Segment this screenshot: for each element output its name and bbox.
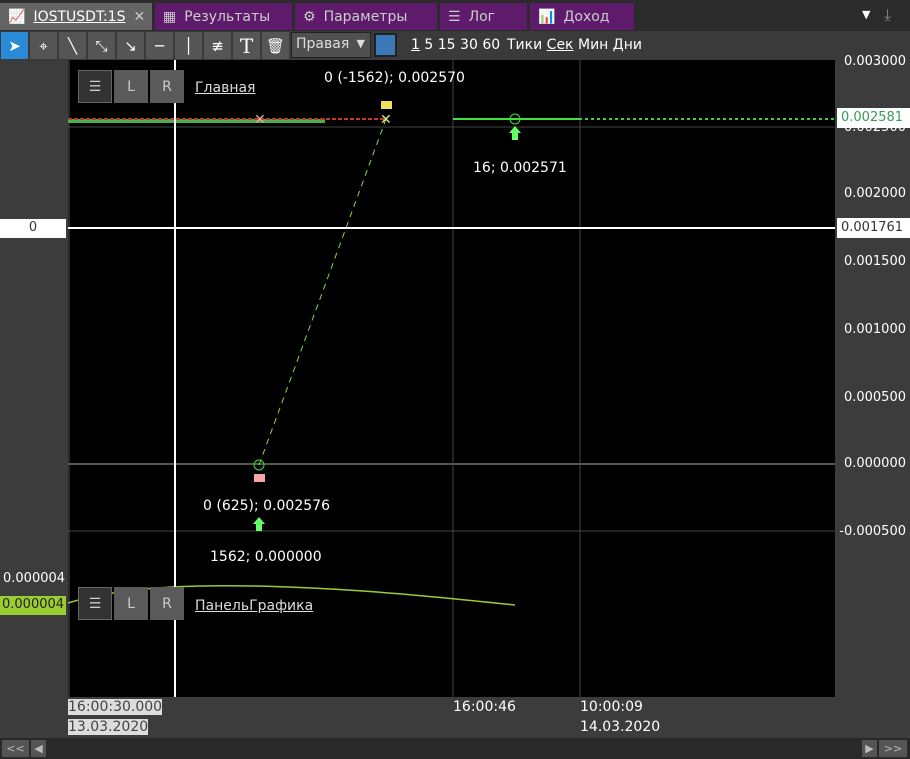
period-5[interactable]: 5	[424, 37, 433, 53]
unit-minutes[interactable]: Мин	[578, 37, 608, 53]
scroll-left-icon[interactable]: ◀	[31, 740, 46, 757]
period-60[interactable]: 60	[482, 37, 500, 53]
ray-tool-icon[interactable]: ↘	[117, 32, 144, 59]
tab-iostusdt[interactable]: 📈 IOSTUSDT:1S ✕	[0, 3, 152, 30]
chart-icon: 📈	[8, 8, 26, 25]
x-tick: 10:00:09	[580, 699, 643, 715]
crosshair-tool-icon[interactable]: ⌖	[30, 32, 57, 59]
unit-seconds[interactable]: Сек	[547, 37, 574, 53]
period-15[interactable]: 15	[438, 37, 456, 53]
crosshair-price-badge: 0.001761	[837, 218, 910, 238]
sub-panel-controls: ☰ L R	[78, 587, 184, 620]
right-button[interactable]: R	[150, 70, 184, 103]
main-panel-link[interactable]: Главная	[195, 80, 255, 96]
trade-connector	[258, 118, 387, 466]
left-button[interactable]: L	[114, 70, 148, 103]
y-tick: -0.000500	[839, 524, 906, 539]
cross-marker: ✕	[254, 112, 266, 128]
unit-days[interactable]: Дни	[613, 37, 642, 53]
y-tick: 0.003000	[843, 54, 906, 69]
left-axis: 0 0.000004 0.000004	[0, 60, 68, 738]
scroll-right-icon[interactable]: ▶	[862, 740, 877, 757]
right-axis: 0.003000 0.002500 0.002000 0.001500 0.00…	[835, 54, 910, 738]
fibonacci-tool-icon[interactable]: ≢	[204, 32, 231, 59]
unit-ticks[interactable]: Тики	[507, 37, 542, 53]
arrow-up-icon	[253, 517, 265, 531]
segment-tool-icon[interactable]: ⤡	[88, 32, 115, 59]
left-button[interactable]: L	[114, 587, 148, 620]
y-tick: 0.000500	[843, 390, 906, 405]
buy-flag-icon	[254, 474, 265, 482]
list-icon: ☰	[448, 8, 461, 25]
download-icon[interactable]: ⤓	[884, 5, 891, 25]
period-30[interactable]: 30	[460, 37, 478, 53]
tab-parameters[interactable]: ⚙ Параметры	[295, 3, 437, 30]
income-chart-icon: 📊	[538, 8, 556, 25]
crosshair-left-badge: 0	[0, 219, 66, 238]
delete-drawings-icon[interactable]: 🗑	[262, 32, 289, 59]
tab-income[interactable]: 📊 Доход	[530, 3, 634, 30]
trade-annotation: 0 (-1562); 0.002570	[324, 70, 465, 86]
arrow-up-icon	[509, 126, 521, 140]
tab-bar: 📈 IOSTUSDT:1S ✕ ▦ Результаты ⚙ Параметры ☰…	[0, 0, 910, 31]
sell-flag-icon	[381, 101, 392, 109]
tab-log[interactable]: ☰ Лог	[440, 3, 527, 30]
text-tool-icon[interactable]: T	[233, 32, 260, 59]
crosshair-date: 13.03.2020	[68, 719, 149, 735]
price-badge: 0.002581	[837, 108, 910, 128]
grid-icon: ▦	[163, 8, 177, 25]
time-axis: 16:00:30.000 13.03.2020 16:00:46 10:00:0…	[68, 697, 835, 738]
chevron-down-icon: ▼	[356, 37, 365, 50]
cross-marker: ✕	[380, 112, 392, 128]
subpanel-value-label: 0.000004	[3, 571, 66, 586]
vertical-line-icon[interactable]: │	[175, 32, 202, 59]
menu-list-icon[interactable]: ☰	[78, 70, 112, 103]
line-tool-icon[interactable]: ╲	[59, 32, 86, 59]
x-tick: 16:00:46	[453, 699, 516, 715]
horizontal-line-icon[interactable]: ─	[146, 32, 173, 59]
subpanel-value-badge: 0.000004	[0, 596, 66, 615]
axis-select[interactable]: Правая ▼	[291, 32, 371, 58]
color-picker[interactable]	[374, 33, 397, 57]
pointer-tool-icon[interactable]: ➤	[1, 32, 28, 59]
crosshair-time: 16:00:30.000	[68, 699, 163, 715]
tabs-dropdown-icon[interactable]: ▼	[862, 8, 870, 21]
scroll-last-button[interactable]: >>	[879, 740, 907, 757]
gear-icon: ⚙	[303, 8, 316, 25]
close-icon[interactable]: ✕	[133, 9, 145, 25]
x-tick-date: 14.03.2020	[580, 719, 661, 735]
sub-panel-link[interactable]: ПанельГрафика	[195, 598, 313, 614]
menu-list-icon[interactable]: ☰	[78, 587, 112, 620]
y-tick: 0.000000	[843, 456, 906, 471]
period-selector: 1 5 15 30 60	[411, 37, 500, 53]
y-tick: 0.002000	[843, 186, 906, 201]
unit-selector: Тики Сек Мин Дни	[507, 37, 642, 53]
tab-results[interactable]: ▦ Результаты	[155, 3, 292, 30]
horizontal-scrollbar[interactable]: << ◀ ▶ >>	[0, 738, 910, 759]
trade-annotation: 0 (625); 0.002576	[203, 498, 330, 514]
y-tick: 0.001000	[843, 322, 906, 337]
y-tick: 0.001500	[843, 254, 906, 269]
right-button[interactable]: R	[150, 587, 184, 620]
trade-annotation: 16; 0.002571	[473, 160, 567, 176]
chart-area[interactable]: ✕ ✕ ☰ L R Главная ☰ L R ПанельГрафика 0 …	[68, 60, 835, 697]
period-1[interactable]: 1	[411, 37, 420, 53]
main-panel-controls: ☰ L R	[78, 70, 184, 103]
trade-annotation: 1562; 0.000000	[210, 549, 322, 565]
scroll-first-button[interactable]: <<	[2, 740, 29, 757]
